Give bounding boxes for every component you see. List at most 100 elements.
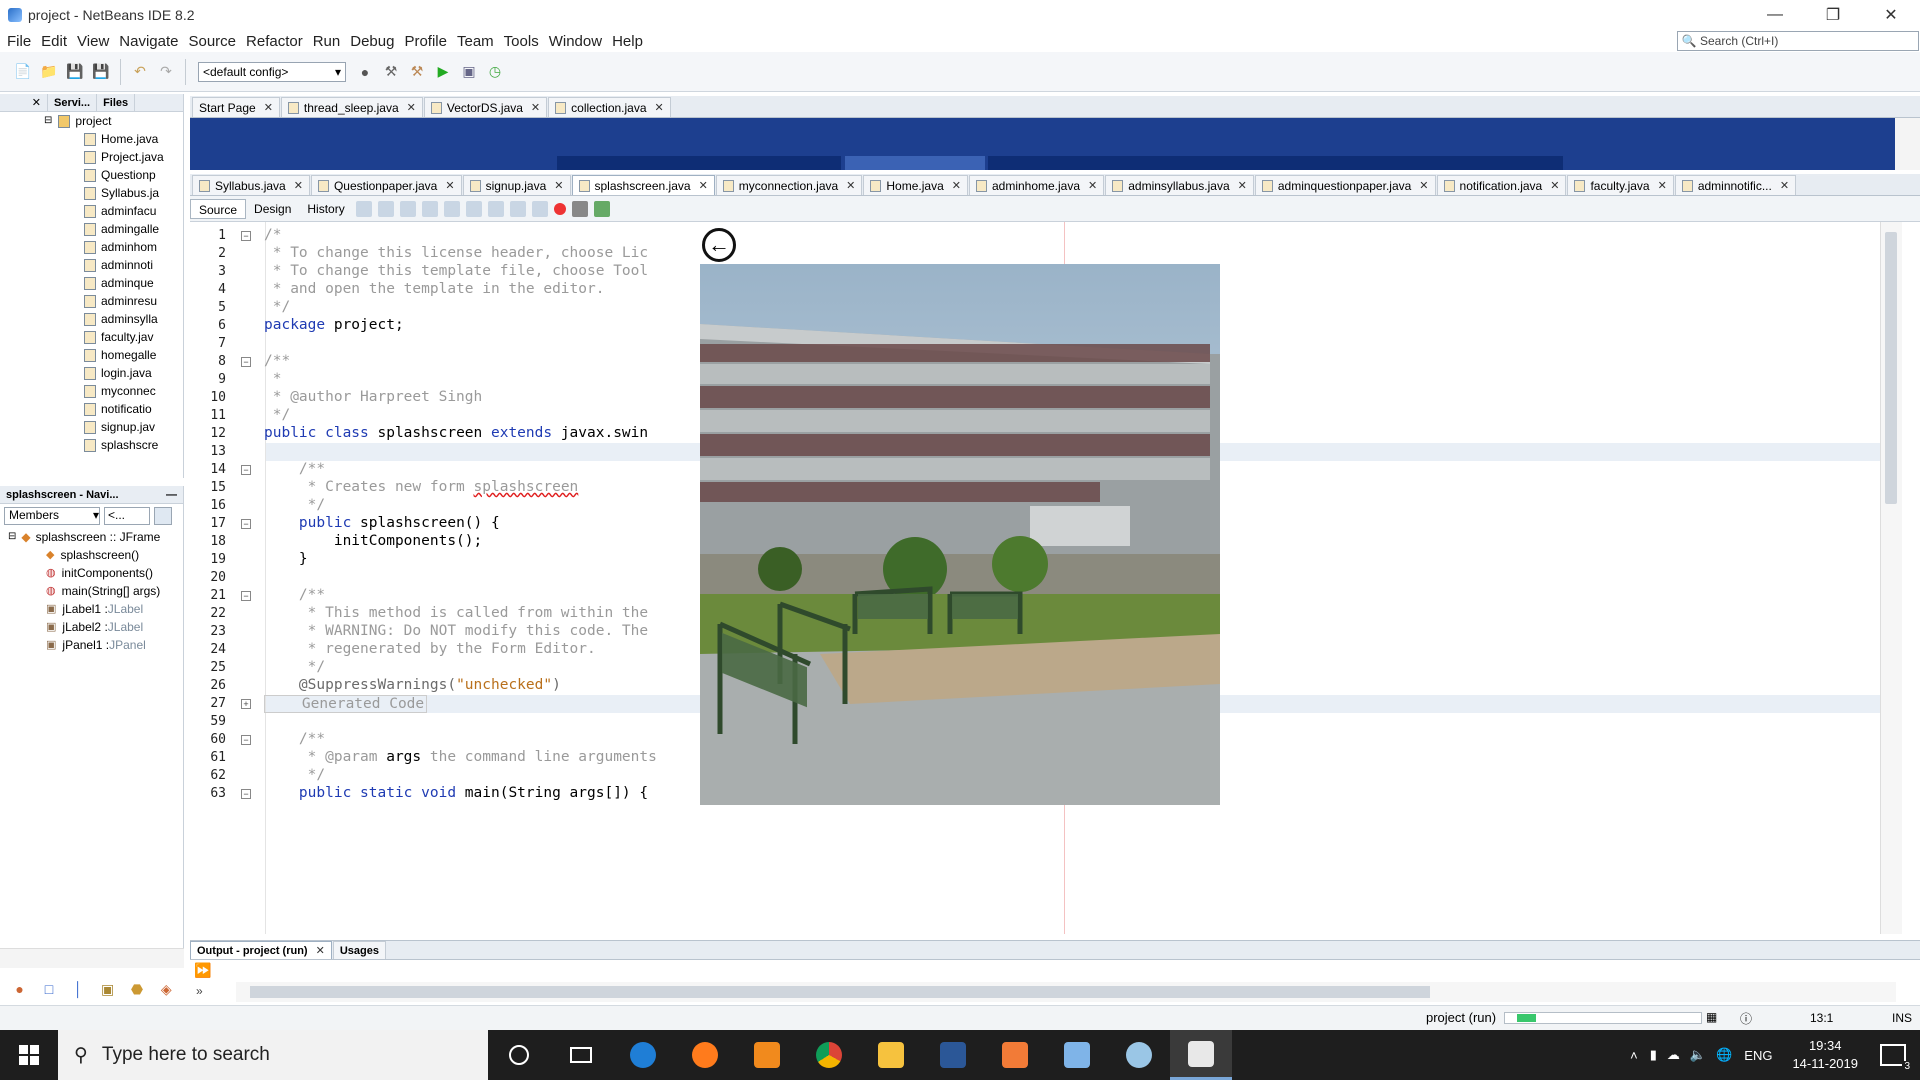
history-mode-button[interactable]: History xyxy=(299,199,352,219)
view-toggle-icon[interactable] xyxy=(154,507,172,525)
debug-icon[interactable]: ▣ xyxy=(458,61,480,83)
redo-icon[interactable]: ↷ xyxy=(155,61,177,83)
editor-tab[interactable]: signup.java ✕ xyxy=(462,175,571,196)
running-task[interactable]: project (run) xyxy=(1426,1010,1496,1025)
chrome-icon[interactable] xyxy=(798,1030,860,1080)
project-file-item[interactable]: adminque xyxy=(0,274,183,292)
tab-output[interactable]: Output - project (run) ✕ xyxy=(190,941,332,959)
project-file-item[interactable]: Home.java xyxy=(0,130,183,148)
navigator-member[interactable]: ▣ jLabel1 : JLabel xyxy=(0,600,183,618)
projects-tab-close[interactable]: ✕ xyxy=(0,93,48,112)
navigator-member[interactable]: ◍ initComponents() xyxy=(0,564,183,582)
build-hammer-icon[interactable]: ⚒ xyxy=(380,61,402,83)
new-project-icon[interactable]: 📁 xyxy=(38,61,60,83)
save-all-icon[interactable]: 💾 xyxy=(90,61,112,83)
menu-edit[interactable]: Edit xyxy=(36,33,72,50)
find-icon[interactable] xyxy=(399,200,416,217)
project-file-item[interactable]: splashscre xyxy=(0,436,183,454)
project-file-item[interactable]: homegalle xyxy=(0,346,183,364)
clean-build-icon[interactable]: ⚒ xyxy=(406,61,428,83)
navigator-member[interactable]: ◍ main(String[] args) xyxy=(0,582,183,600)
editor-tab[interactable]: adminnotific... ✕ xyxy=(1674,175,1797,196)
tab-usages[interactable]: Usages xyxy=(332,941,386,959)
notification-center-icon[interactable]: 3 xyxy=(1880,1044,1912,1072)
globe-icon[interactable]: 🌐 xyxy=(1716,1047,1732,1063)
shape-icon[interactable]: ⬣ xyxy=(127,978,146,1000)
tab-services[interactable]: Servi... xyxy=(48,93,98,112)
macro-stop-icon[interactable] xyxy=(571,200,588,217)
editor-tab[interactable]: adminquestionpaper.java ✕ xyxy=(1254,175,1436,196)
close-icon[interactable]: ✕ xyxy=(445,176,454,196)
project-file-item[interactable]: notificatio xyxy=(0,400,183,418)
cortana-icon[interactable] xyxy=(488,1030,550,1080)
menu-file[interactable]: File xyxy=(2,33,36,50)
fold-icon[interactable]: − xyxy=(241,231,251,241)
fold-icon[interactable]: − xyxy=(241,465,251,475)
clock[interactable]: 19:34 14-11-2019 xyxy=(1792,1037,1858,1073)
close-icon[interactable]: ✕ xyxy=(554,176,563,196)
close-button[interactable]: ✕ xyxy=(1862,0,1920,30)
close-icon[interactable]: ✕ xyxy=(264,98,273,118)
close-icon[interactable]: ✕ xyxy=(655,98,664,118)
editor-tab[interactable]: Questionpaper.java ✕ xyxy=(310,175,462,196)
run-icon[interactable]: ▶ xyxy=(432,61,454,83)
menu-refactor[interactable]: Refactor xyxy=(241,33,308,50)
close-icon[interactable]: ✕ xyxy=(316,942,325,960)
maximize-button[interactable]: ❐ xyxy=(1804,0,1862,30)
editor-tab[interactable]: notification.java ✕ xyxy=(1436,175,1567,195)
volume-icon[interactable]: 🔈 xyxy=(1690,1047,1706,1063)
fold-icon[interactable]: + xyxy=(241,699,251,709)
netbeans-taskbar-icon[interactable] xyxy=(1108,1030,1170,1080)
close-icon[interactable]: ✕ xyxy=(1419,176,1428,196)
close-icon[interactable]: ✕ xyxy=(1658,176,1667,196)
forward-icon[interactable] xyxy=(377,200,394,217)
firefox-icon[interactable] xyxy=(674,1030,736,1080)
edge-icon[interactable] xyxy=(612,1030,674,1080)
word-icon[interactable] xyxy=(922,1030,984,1080)
output-hscroll[interactable] xyxy=(236,982,1896,1002)
scope-filter-select[interactable]: <... xyxy=(104,507,150,525)
panel-icon[interactable]: □ xyxy=(39,978,58,1000)
shift-right-icon[interactable] xyxy=(509,200,526,217)
project-file-item[interactable]: adminnoti xyxy=(0,256,183,274)
close-icon[interactable]: ✕ xyxy=(1780,176,1789,196)
network-icon[interactable]: ☁ xyxy=(1667,1047,1680,1063)
banner-scroll[interactable] xyxy=(1895,118,1920,170)
notifications-icon[interactable]: ⓘ xyxy=(1740,1010,1752,1027)
rerun-icon[interactable]: ⏩ xyxy=(194,962,211,979)
project-file-item[interactable]: myconnec xyxy=(0,382,183,400)
source-mode-button[interactable]: Source xyxy=(190,198,247,219)
project-file-item[interactable]: adminsylla xyxy=(0,310,183,328)
collapse-icon[interactable]: ⊟ xyxy=(44,112,52,130)
sublime-icon[interactable] xyxy=(736,1030,798,1080)
fold-icon[interactable]: − xyxy=(241,591,251,601)
open-project-icon[interactable]: 💾 xyxy=(64,61,86,83)
component-icon[interactable]: ◈ xyxy=(157,978,176,1000)
more-icon[interactable]: » xyxy=(196,984,203,998)
editor-tab[interactable]: thread_sleep.java ✕ xyxy=(280,97,423,117)
comment-icon[interactable] xyxy=(531,200,548,217)
editor-tab[interactable]: faculty.java ✕ xyxy=(1567,175,1674,196)
task-view-icon[interactable] xyxy=(550,1030,612,1080)
toggle-highlight-icon[interactable] xyxy=(465,200,482,217)
editor-tab[interactable]: VectorDS.java ✕ xyxy=(423,97,548,117)
project-file-item[interactable]: adminhom xyxy=(0,238,183,256)
globe-icon[interactable]: ● xyxy=(354,61,376,83)
start-macro-icon[interactable] xyxy=(593,200,610,217)
editor-tab[interactable]: collection.java ✕ xyxy=(548,97,671,117)
java-app-icon[interactable] xyxy=(1170,1030,1232,1080)
navigator-member[interactable]: ▣ jLabel2 : JLabel xyxy=(0,618,183,636)
close-icon[interactable]: ✕ xyxy=(1088,176,1097,196)
editor-tab[interactable]: Home.java ✕ xyxy=(863,175,968,195)
menu-window[interactable]: Window xyxy=(544,33,607,50)
project-file-item[interactable]: Project.java xyxy=(0,148,183,166)
minimize-panel-icon[interactable]: — xyxy=(160,486,183,504)
close-icon[interactable]: ✕ xyxy=(294,176,303,196)
editor-tab[interactable]: Syllabus.java ✕ xyxy=(192,175,310,195)
members-filter-select[interactable]: Members ▾ xyxy=(4,507,100,525)
battery-icon[interactable]: ▮ xyxy=(1650,1047,1657,1063)
editor-tab[interactable]: Start Page ✕ xyxy=(192,97,280,117)
project-file-item[interactable]: adminfacu xyxy=(0,202,183,220)
navigator-member[interactable]: ◆ splashscreen() xyxy=(0,546,183,564)
project-root[interactable]: ⊟ project xyxy=(0,112,183,130)
